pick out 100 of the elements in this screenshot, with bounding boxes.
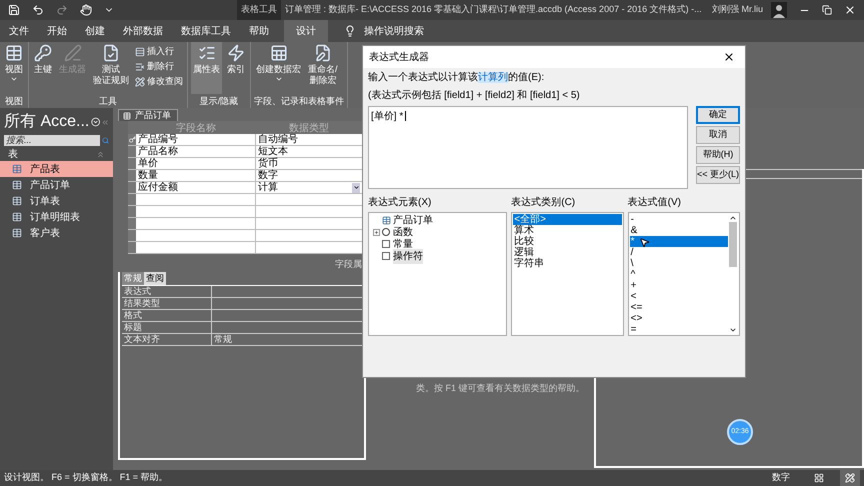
- nav-item[interactable]: 客户表: [0, 225, 113, 241]
- nav-item[interactable]: 订单表: [0, 193, 113, 209]
- scroll-thumb[interactable]: [728, 222, 737, 267]
- list-item[interactable]: /: [630, 247, 728, 258]
- ribbon-icon: [102, 44, 120, 62]
- group-label: 字段、记录和表格事件: [254, 96, 344, 108]
- list-item[interactable]: -: [630, 214, 728, 225]
- dialog-button[interactable]: 帮助(H): [696, 146, 740, 164]
- list-item[interactable]: 算术: [513, 225, 622, 236]
- design-view-icon: [845, 473, 855, 483]
- close-icon[interactable]: [844, 4, 856, 16]
- tree-item[interactable]: 常量: [369, 238, 506, 250]
- ribbon-tab[interactable]: 创建: [76, 20, 114, 42]
- list-item[interactable]: 逻辑: [513, 247, 622, 258]
- list-item[interactable]: \: [630, 258, 728, 269]
- cursor-icon: [638, 237, 650, 248]
- list-item[interactable]: <全部>: [513, 214, 622, 225]
- list-item[interactable]: =: [630, 324, 728, 335]
- caret-icon: [10, 75, 18, 83]
- property-tab[interactable]: 常规: [122, 272, 144, 285]
- ribbon-tab[interactable]: 开始: [38, 20, 76, 42]
- field-name-cell[interactable]: 应付金额: [136, 182, 256, 193]
- ribbon-button[interactable]: 属性表: [191, 42, 222, 94]
- list-item[interactable]: <=: [630, 302, 728, 313]
- property-tab[interactable]: 查阅: [144, 272, 166, 285]
- ribbon-icon: [5, 44, 23, 62]
- design-view-button[interactable]: [840, 470, 860, 486]
- save-icon[interactable]: [8, 4, 20, 16]
- ribbon-tab[interactable]: 帮助: [240, 20, 278, 42]
- dropdown-button[interactable]: [352, 182, 360, 192]
- ribbon-tab[interactable]: 设计: [284, 20, 328, 42]
- dialog-button[interactable]: 取消: [696, 126, 740, 144]
- ribbon-tab[interactable]: 数据库工具: [172, 20, 240, 42]
- button-label-line: 重命名/: [308, 64, 338, 75]
- list-item[interactable]: &: [630, 225, 728, 236]
- dialog-button[interactable]: 确定: [696, 106, 740, 124]
- list-item[interactable]: <>: [630, 313, 728, 324]
- list-item[interactable]: 比较: [513, 236, 622, 247]
- button-label-line: 测试: [102, 64, 120, 75]
- dropdown-icon[interactable]: [91, 117, 101, 127]
- expression-field[interactable]: [单价] *: [368, 106, 688, 189]
- ribbon-small-button[interactable]: 删除行: [134, 59, 184, 74]
- list-item[interactable]: *: [630, 236, 728, 247]
- data-type-cell[interactable]: 自动编号: [256, 134, 362, 145]
- ribbon-icon: [34, 44, 52, 62]
- scrollbar[interactable]: [728, 214, 738, 334]
- field-name-cell[interactable]: 数量: [136, 170, 256, 181]
- nav-item[interactable]: 产品订单: [0, 177, 113, 193]
- expand-icon[interactable]: [373, 228, 380, 236]
- ribbon-icon: [314, 44, 332, 62]
- search-field[interactable]: 搜索...: [4, 135, 100, 146]
- list-item[interactable]: +: [630, 280, 728, 291]
- ribbon-icon: [270, 44, 288, 62]
- field-name-cell[interactable]: 单价: [136, 158, 256, 169]
- section-label: 字段属: [335, 258, 362, 270]
- data-type-cell[interactable]: 短文本: [256, 146, 362, 157]
- section-header[interactable]: 表: [8, 146, 18, 162]
- data-type-cell[interactable]: 数字: [256, 170, 362, 181]
- ribbon-button[interactable]: 视图: [3, 42, 25, 94]
- row-selector[interactable]: [128, 134, 136, 145]
- tree-item[interactable]: 操作符: [369, 250, 506, 262]
- ribbon-button[interactable]: 索引: [225, 42, 247, 94]
- ribbon-button[interactable]: 主键: [32, 42, 54, 94]
- collapse-section-icon[interactable]: [96, 150, 105, 158]
- nav-item[interactable]: 订单明细表: [0, 209, 113, 225]
- list-item[interactable]: <: [630, 291, 728, 302]
- list-item[interactable]: 字符串: [513, 258, 622, 269]
- property-value[interactable]: 常规: [212, 334, 234, 345]
- group-label: 工具: [98, 96, 118, 108]
- list-label: 表达式类别(C): [511, 196, 576, 210]
- close-icon[interactable]: [723, 51, 735, 63]
- ribbon-button[interactable]: 创建数据宏: [254, 42, 303, 94]
- restore-icon[interactable]: [822, 5, 832, 15]
- ribbon-tab[interactable]: 外部数据: [114, 20, 172, 42]
- data-type-cell[interactable]: 计算: [256, 182, 362, 193]
- window-title: 订单管理 : 数据库- E:\ACCESS 2016 零基础入门课程\订单管理.accdb (Access 2007 - 2016 文件格式) -...: [285, 3, 702, 16]
- ribbon-small-button[interactable]: 修改查阅: [134, 74, 184, 89]
- column-header: 数据类型: [288, 122, 330, 134]
- scroll-up-icon[interactable]: [728, 214, 737, 222]
- ribbon-button[interactable]: 重命名/ 删除宏: [306, 42, 340, 94]
- dialog-button[interactable]: << 更少(L): [696, 166, 740, 184]
- button-label-line: 删除宏: [309, 75, 336, 86]
- scroll-down-icon[interactable]: [728, 326, 737, 334]
- ribbon-tab[interactable]: 文件: [0, 20, 38, 42]
- datasheet-view-icon[interactable]: [814, 473, 824, 483]
- ribbon-button[interactable]: 测试 验证规则: [91, 42, 131, 94]
- list-item[interactable]: ^: [630, 269, 728, 280]
- document-tab[interactable]: 产品订单: [118, 109, 178, 121]
- undo-icon[interactable]: [32, 4, 44, 16]
- tree-item[interactable]: 函数: [369, 226, 506, 238]
- tree-item[interactable]: 产品订单: [369, 214, 506, 226]
- touch-mode-icon[interactable]: [80, 4, 92, 16]
- redo-icon[interactable]: [56, 4, 68, 16]
- field-name-cell[interactable]: 产品编号: [136, 134, 256, 145]
- tell-me-search[interactable]: 操作说明搜索: [364, 24, 424, 38]
- field-name-cell[interactable]: 产品名称: [136, 146, 256, 157]
- data-type-cell[interactable]: 货币: [256, 158, 362, 169]
- ribbon-small-button[interactable]: 插入行: [134, 44, 184, 59]
- nav-item[interactable]: 产品表: [0, 161, 113, 177]
- search-icon[interactable]: [102, 136, 109, 145]
